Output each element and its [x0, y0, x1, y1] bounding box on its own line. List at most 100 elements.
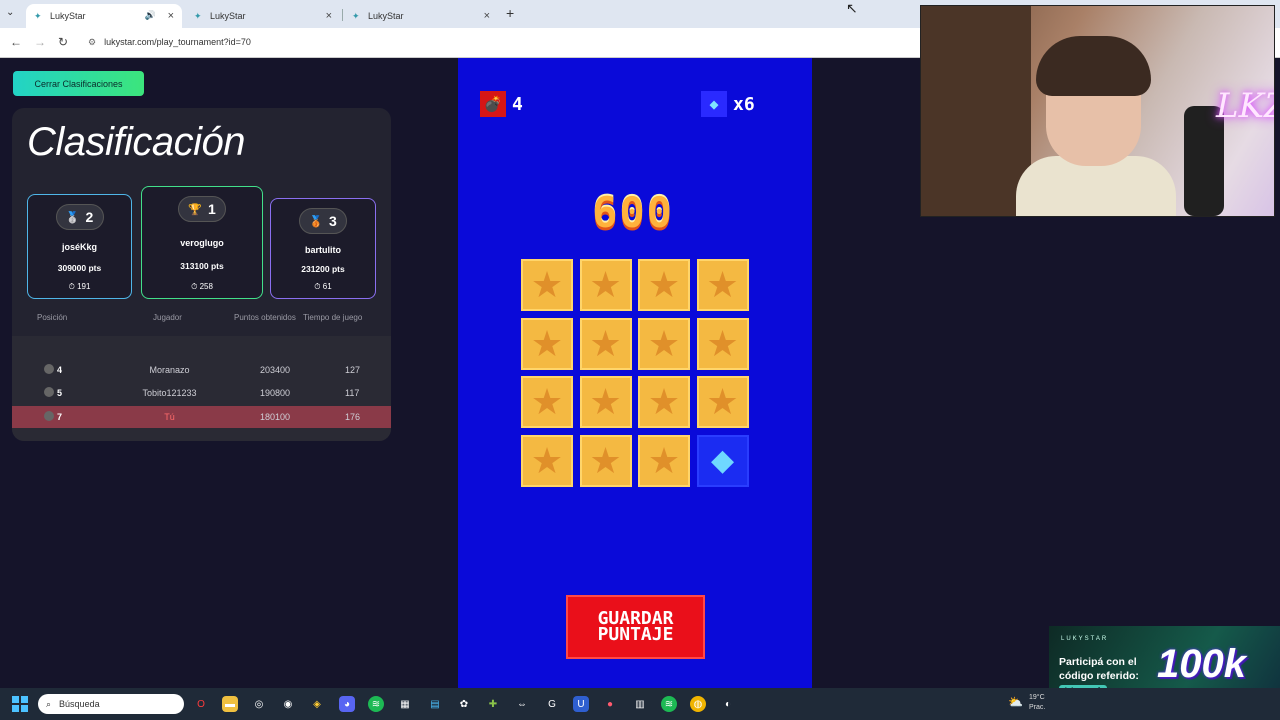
- row-position: 7: [57, 412, 63, 422]
- close-rankings-button[interactable]: Cerrar Clasificaciones: [13, 71, 144, 96]
- podium-time: ⏱ 191: [28, 282, 131, 292]
- star-icon: ★: [647, 381, 681, 422]
- notepad-icon[interactable]: ▤: [427, 696, 443, 712]
- tab-lukystar-2[interactable]: ✦ LukyStar ×: [186, 4, 340, 28]
- tile-star[interactable]: ★: [579, 434, 632, 487]
- tile-star[interactable]: ★: [638, 434, 690, 487]
- close-tab-icon[interactable]: ×: [168, 10, 174, 22]
- tile-star[interactable]: ★: [579, 259, 632, 311]
- star-icon: ★: [589, 322, 622, 364]
- search-icon: ⌕: [46, 698, 52, 709]
- app-icon[interactable]: ◎: [251, 696, 267, 712]
- spotify-icon[interactable]: ≋: [661, 696, 677, 712]
- speaker-icon[interactable]: 🔊: [145, 10, 156, 21]
- app-icon[interactable]: ⇔: [514, 696, 530, 712]
- streamer-hair: [1036, 36, 1151, 96]
- close-tab-icon[interactable]: ×: [326, 10, 332, 22]
- taskbar-search[interactable]: ⌕ Búsqueda: [38, 694, 184, 714]
- url-text: lukystar.com/play_tournament?id=70: [104, 37, 251, 47]
- tile-star[interactable]: ★: [521, 434, 573, 487]
- podium-points: 309000 pts: [57, 263, 102, 273]
- app-icon[interactable]: ✿: [456, 696, 472, 712]
- rank-medal-icon: [44, 411, 54, 421]
- tile-star[interactable]: ★: [521, 376, 573, 428]
- table-row: 5 Tobito121233 190800 117: [12, 382, 391, 404]
- discord-icon[interactable]: ◕: [339, 696, 355, 712]
- app-icon[interactable]: G: [544, 696, 560, 712]
- row-player: Tobito121233: [142, 388, 197, 398]
- app-icon[interactable]: ●: [602, 696, 618, 712]
- obs-icon[interactable]: ◐: [720, 696, 736, 712]
- bitwarden-icon[interactable]: U: [573, 696, 589, 712]
- neon-sign: LKZ: [1216, 86, 1274, 126]
- time-value: 191: [77, 282, 91, 291]
- search-placeholder: Búsqueda: [59, 699, 100, 709]
- podium-player-name: veroglugo: [180, 238, 224, 248]
- podium-time: ⏱ 258: [142, 282, 262, 292]
- gem-counter: ◆ x6: [701, 91, 755, 117]
- opera-icon[interactable]: O: [193, 696, 209, 712]
- tile-star[interactable]: ★: [521, 259, 573, 311]
- steam-icon[interactable]: ◉: [280, 696, 296, 712]
- weather-icon[interactable]: ⛅: [1008, 695, 1023, 709]
- app-icon[interactable]: ✚: [485, 696, 501, 712]
- windows-start-icon[interactable]: [12, 696, 28, 712]
- reload-icon[interactable]: ↻: [58, 35, 68, 49]
- url-field[interactable]: ⚙ lukystar.com/play_tournament?id=70: [88, 37, 251, 48]
- game-score: 600: [592, 188, 674, 237]
- back-icon[interactable]: ←: [10, 35, 22, 49]
- bomb-icon: 💣: [480, 91, 506, 117]
- app-icon[interactable]: ▦: [397, 696, 413, 712]
- row-player: Moranazo: [149, 365, 190, 375]
- app-icon[interactable]: ◈: [309, 696, 325, 712]
- tile-gem[interactable]: ◆: [696, 434, 749, 487]
- star-icon: ★: [647, 264, 681, 305]
- weather-widget[interactable]: 19°C Prac.: [1029, 693, 1045, 713]
- spotify-icon[interactable]: ≋: [368, 696, 384, 712]
- rank-medal-icon: [44, 364, 54, 374]
- diamond-icon: ◆: [710, 444, 735, 477]
- rank-number: 3: [328, 213, 337, 229]
- row-time: 176: [345, 412, 361, 422]
- weather-temp: 19°C: [1029, 694, 1045, 701]
- close-tab-icon[interactable]: ×: [484, 10, 490, 22]
- save-score-button[interactable]: GUARDAR PUNTAJE: [566, 595, 705, 659]
- tile-star[interactable]: ★: [638, 259, 690, 311]
- podium-player-name: joséKkg: [61, 242, 97, 252]
- rank-number: 2: [85, 209, 94, 225]
- stopwatch-icon: ⏱: [314, 282, 321, 291]
- bronze-medal-icon: 🥉: [309, 215, 323, 228]
- forward-icon[interactable]: →: [34, 35, 46, 49]
- site-info-icon[interactable]: ⚙: [88, 37, 96, 47]
- stopwatch-icon: ⏱: [191, 282, 198, 291]
- app-icon[interactable]: ▥: [632, 696, 648, 712]
- tile-star[interactable]: ★: [696, 259, 749, 311]
- time-value: 61: [322, 282, 332, 291]
- tab-lukystar-3[interactable]: ✦ LukyStar ×: [344, 4, 498, 28]
- star-icon: ★: [589, 439, 622, 481]
- file-explorer-icon[interactable]: ▬: [222, 696, 238, 712]
- rank-pill: 🥉 3: [299, 208, 347, 234]
- row-points: 203400: [260, 365, 291, 375]
- podium-player-name: bartulito: [305, 245, 341, 255]
- tile-star[interactable]: ★: [579, 317, 632, 370]
- tile-star[interactable]: ★: [696, 317, 749, 370]
- webcam-overlay: LKZ: [920, 5, 1275, 217]
- tab-title: LukyStar: [210, 11, 246, 21]
- podium-points: 313100 pts: [180, 261, 224, 271]
- podium-card-second: 🥈 2 joséKkg 309000 pts ⏱ 191: [27, 194, 132, 299]
- tile-star[interactable]: ★: [696, 376, 749, 428]
- star-icon: ★: [589, 264, 622, 305]
- rank-number: 1: [207, 201, 216, 217]
- favicon-icon: ✦: [194, 11, 202, 21]
- tab-title: LukyStar: [368, 11, 404, 21]
- new-tab-icon[interactable]: +: [506, 5, 514, 21]
- tile-star[interactable]: ★: [579, 376, 632, 428]
- tile-star[interactable]: ★: [638, 317, 690, 370]
- chrome-icon[interactable]: ◍: [690, 696, 706, 712]
- podium-card-third: 🥉 3 bartulito 231200 pts ⏱ 61: [270, 198, 376, 299]
- tab-list-chevron-icon[interactable]: ⌄: [6, 7, 14, 18]
- tab-lukystar-1[interactable]: ✦ LukyStar 🔊 ×: [26, 4, 182, 28]
- tile-star[interactable]: ★: [521, 317, 573, 370]
- tile-star[interactable]: ★: [638, 376, 690, 428]
